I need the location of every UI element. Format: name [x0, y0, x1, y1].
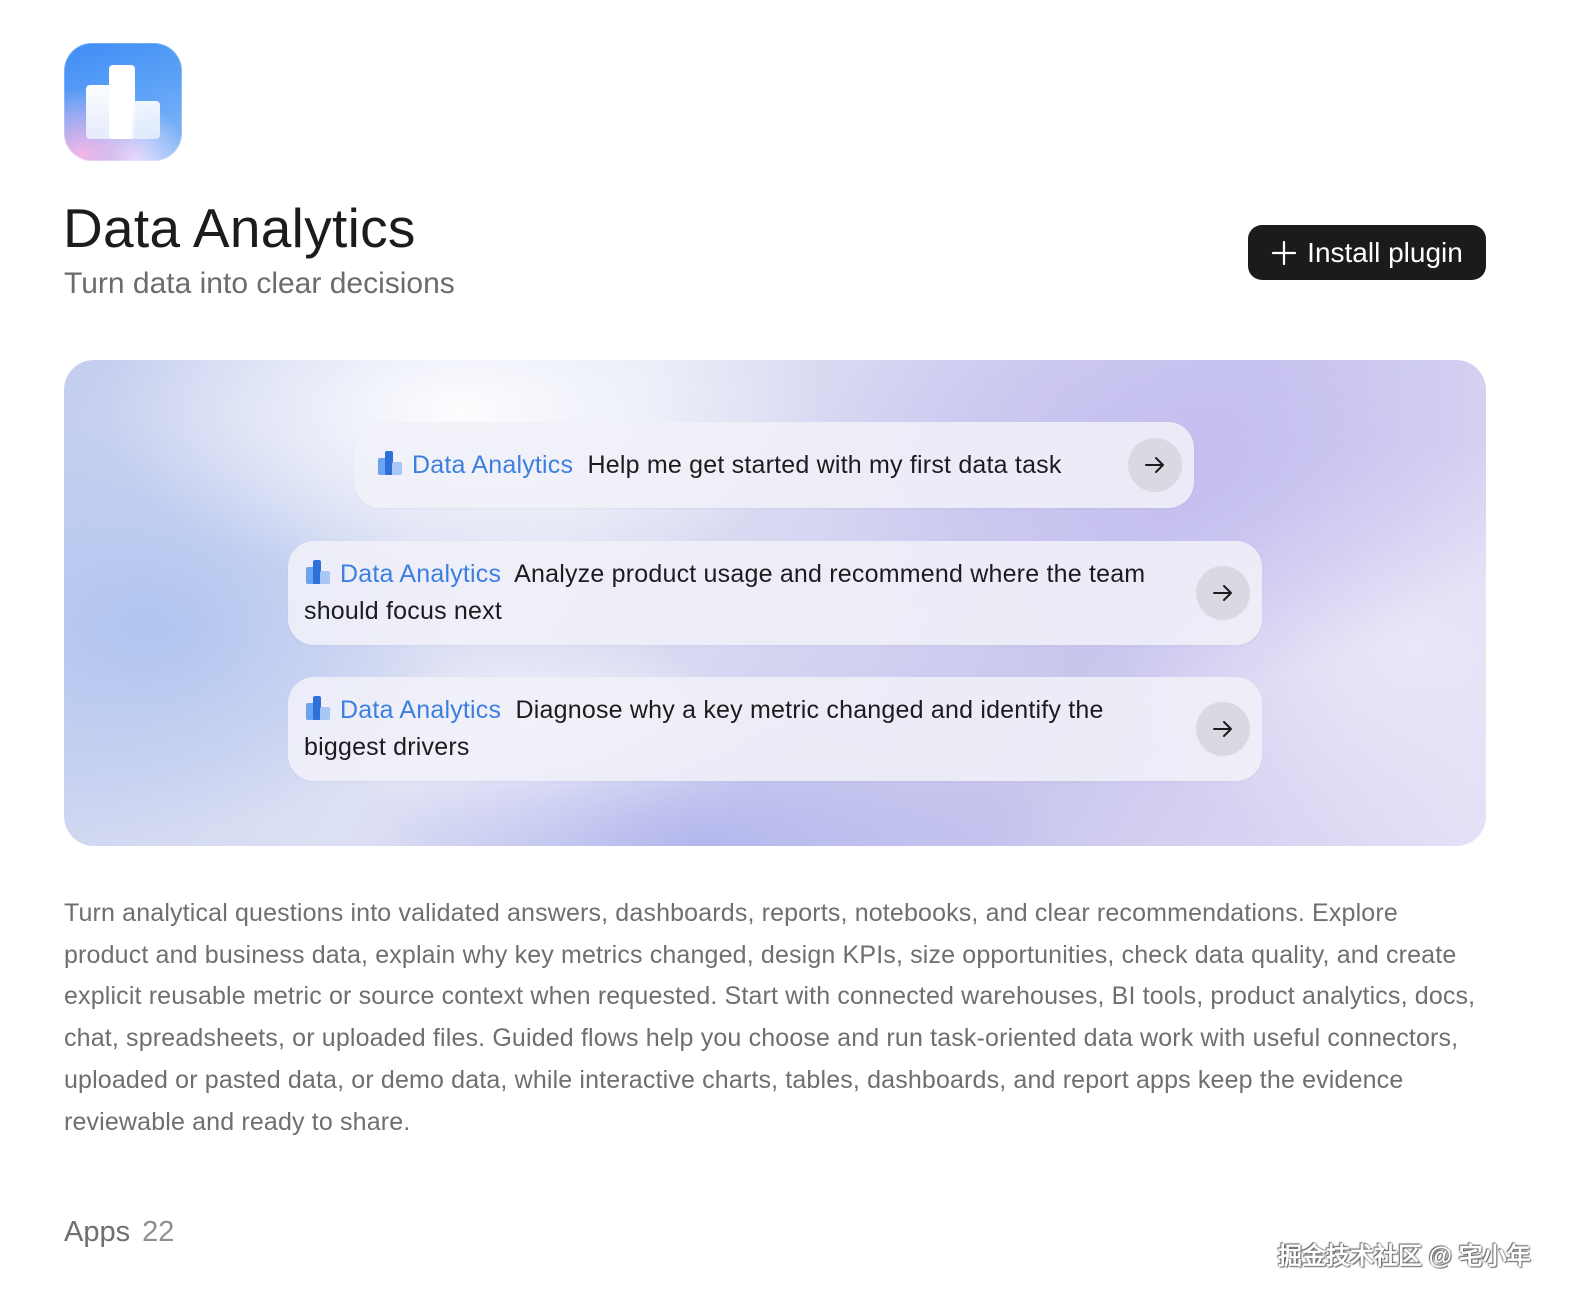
send-prompt-button[interactable]: [1196, 702, 1250, 756]
prompt-tag: Data Analytics: [412, 451, 574, 479]
arrow-right-icon: [1145, 457, 1164, 473]
prompt-suggestion-1[interactable]: Data Analytics Help me get started with …: [354, 422, 1194, 508]
app-logo-icon: [64, 43, 182, 161]
plus-icon: [1271, 240, 1297, 266]
watermark: 掘金技术社区 @ 宅小年: [1278, 1243, 1531, 1270]
data-analytics-icon: [306, 560, 330, 584]
apps-section-heading: Apps 22: [64, 1216, 174, 1249]
send-prompt-button[interactable]: [1196, 566, 1250, 620]
page-title: Data Analytics: [63, 197, 416, 259]
arrow-right-icon: [1213, 585, 1232, 601]
apps-label: Apps: [64, 1216, 131, 1248]
data-analytics-icon: [378, 451, 402, 475]
page-subtitle: Turn data into clear decisions: [64, 267, 455, 300]
arrow-right-icon: [1213, 721, 1232, 737]
apps-count: 22: [142, 1216, 175, 1248]
prompt-tag: Data Analytics: [340, 560, 502, 588]
prompt-tag: Data Analytics: [340, 696, 502, 724]
prompt-suggestions-panel: Data Analytics Help me get started with …: [64, 360, 1486, 846]
plugin-description: Turn analytical questions into validated…: [64, 899, 1476, 1136]
prompt-suggestion-3[interactable]: Data Analytics Diagnose why a key metric…: [288, 677, 1262, 781]
data-analytics-icon: [306, 696, 330, 720]
install-plugin-label: Install plugin: [1307, 236, 1463, 268]
prompt-text: Help me get started with my first data t…: [587, 451, 1062, 479]
install-plugin-button[interactable]: Install plugin: [1248, 225, 1486, 280]
send-prompt-button[interactable]: [1128, 438, 1182, 492]
prompt-suggestion-2[interactable]: Data Analytics Analyze product usage and…: [288, 541, 1262, 645]
